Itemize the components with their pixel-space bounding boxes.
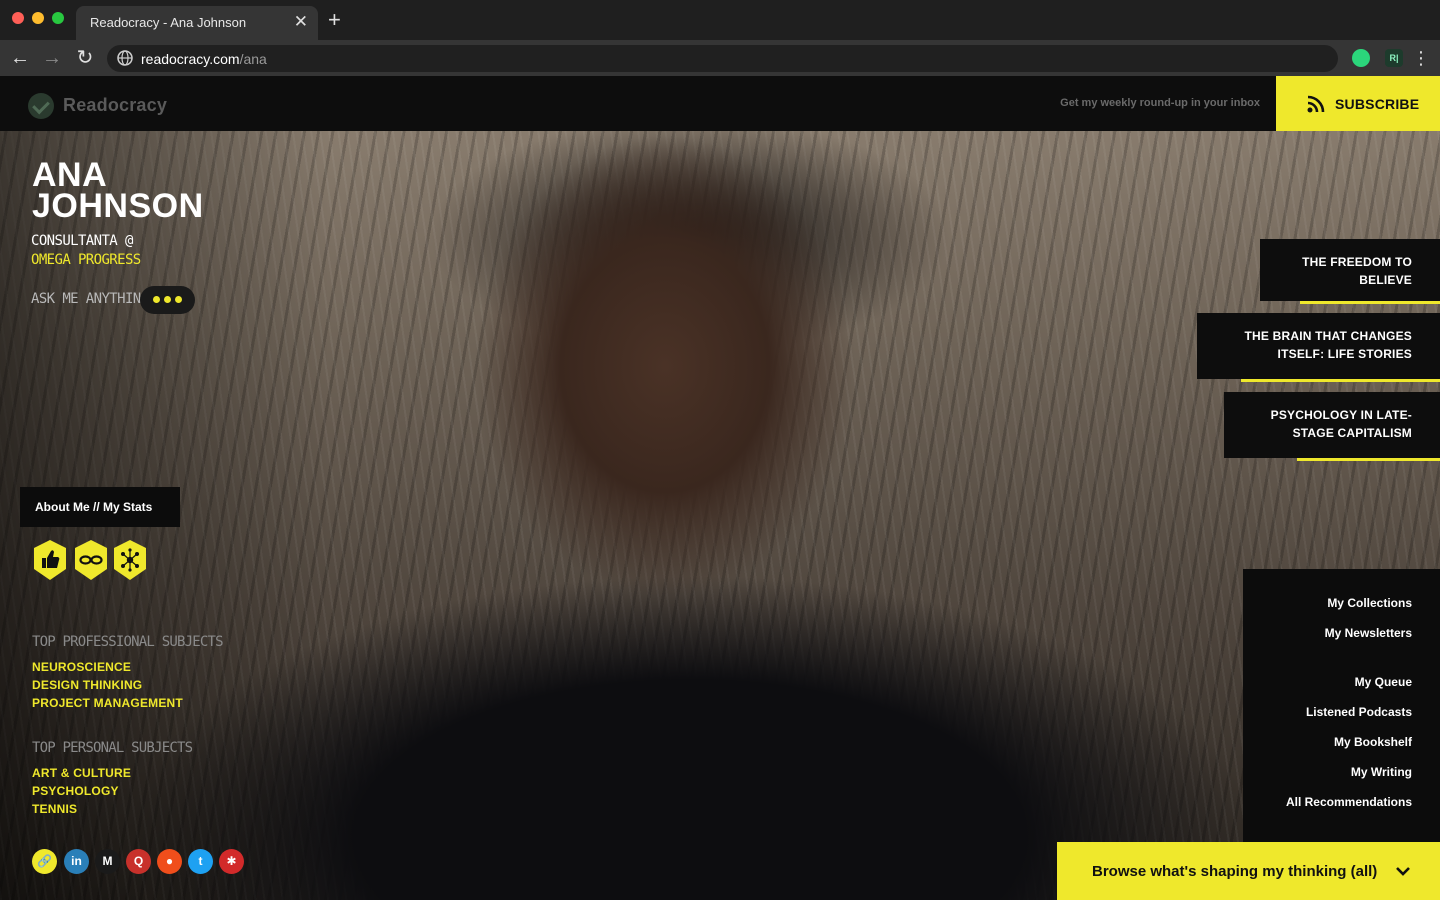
- reading-progress-bar: [1241, 379, 1440, 382]
- reading-card-title-line: ITSELF: LIFE STORIES: [1277, 347, 1412, 361]
- forward-button[interactable]: →: [40, 46, 64, 70]
- subject-psychology[interactable]: PSYCHOLOGY: [32, 782, 131, 800]
- reading-card-title-line: PSYCHOLOGY IN LATE-: [1270, 408, 1412, 422]
- link-icon[interactable]: 🔗: [32, 849, 57, 874]
- reload-button[interactable]: ↻: [73, 46, 97, 70]
- infinity-badge-icon[interactable]: [74, 539, 108, 581]
- browse-thinking-label: Browse what's shaping my thinking (all): [1092, 863, 1378, 880]
- ask-me-anything-button[interactable]: [140, 286, 195, 314]
- tab-close-icon[interactable]: ✕: [294, 12, 308, 32]
- menu-my-newsletters[interactable]: My Newsletters: [1325, 626, 1412, 640]
- profile-organization[interactable]: OMEGA PROGRESS: [31, 251, 141, 270]
- menu-listened-podcasts[interactable]: Listened Podcasts: [1306, 705, 1412, 719]
- readocracy-logo-icon[interactable]: [28, 93, 54, 119]
- reading-card-title-line: BELIEVE: [1359, 273, 1412, 287]
- reading-card-title: THE BRAIN THAT CHANGES ITSELF: LIFE STOR…: [1244, 327, 1412, 363]
- reading-progress-bar: [1300, 301, 1440, 304]
- linkedin-icon[interactable]: in: [64, 849, 89, 874]
- thumbs-up-badge-icon[interactable]: [33, 539, 67, 581]
- extension-icon[interactable]: [1352, 49, 1370, 67]
- window-close-button[interactable]: [12, 12, 24, 24]
- browser-toolbar: ← → ↻ readocracy.com/ana R| ⋮: [0, 40, 1440, 76]
- dot-icon: [164, 296, 171, 303]
- readocracy-extension-icon[interactable]: R|: [1385, 49, 1403, 67]
- subject-design-thinking[interactable]: DESIGN THINKING: [32, 676, 183, 694]
- personal-subjects-heading: TOP PERSONAL SUBJECTS: [32, 740, 193, 756]
- menu-my-writing[interactable]: My Writing: [1351, 765, 1412, 779]
- back-button[interactable]: ←: [8, 46, 32, 70]
- quora-icon[interactable]: Q: [126, 849, 151, 874]
- network-badge-icon[interactable]: [113, 539, 147, 581]
- profile-name: ANA JOHNSON: [32, 158, 292, 225]
- menu-all-recommendations[interactable]: All Recommendations: [1286, 795, 1412, 809]
- reading-progress-bar: [1297, 458, 1440, 461]
- url-text: readocracy.com/ana: [141, 51, 267, 67]
- browser-tab[interactable]: Readocracy - Ana Johnson ✕: [76, 6, 318, 40]
- professional-subjects-list: NEUROSCIENCE DESIGN THINKING PROJECT MAN…: [32, 658, 183, 712]
- rss-icon: [1307, 95, 1325, 113]
- profile-menu: My Collections My Newsletters My Queue L…: [1243, 569, 1440, 849]
- profile-page: Readocracy Get my weekly round-up in you…: [0, 76, 1440, 900]
- reddit-icon[interactable]: ●: [157, 849, 182, 874]
- globe-icon: [117, 50, 133, 66]
- browser-titlebar: Readocracy - Ana Johnson ✕ +: [0, 0, 1440, 40]
- twitter-icon[interactable]: t: [188, 849, 213, 874]
- ask-me-anything-label: ASK ME ANYTHING: [31, 291, 149, 307]
- menu-my-collections[interactable]: My Collections: [1327, 596, 1412, 610]
- subscribe-label: SUBSCRIBE: [1335, 96, 1420, 112]
- professional-subjects-heading: TOP PROFESSIONAL SUBJECTS: [32, 634, 224, 650]
- yelp-icon[interactable]: ✱: [219, 849, 244, 874]
- reading-card-title-line: THE BRAIN THAT CHANGES: [1244, 329, 1412, 343]
- medium-icon[interactable]: M: [95, 849, 120, 874]
- personal-subjects-list: ART & CULTURE PSYCHOLOGY TENNIS: [32, 764, 131, 818]
- reading-card-title: THE FREEDOM TO BELIEVE: [1302, 253, 1412, 289]
- site-header: Readocracy Get my weekly round-up in you…: [0, 76, 1440, 131]
- reading-card-title: PSYCHOLOGY IN LATE- STAGE CAPITALISM: [1271, 406, 1412, 442]
- subject-art-culture[interactable]: ART & CULTURE: [32, 764, 131, 782]
- profile-role-title: CONSULTANTA @: [31, 233, 133, 249]
- dot-icon: [153, 296, 160, 303]
- window-minimize-button[interactable]: [32, 12, 44, 24]
- subject-neuroscience[interactable]: NEUROSCIENCE: [32, 658, 183, 676]
- weekly-roundup-text: Get my weekly round-up in your inbox: [1060, 97, 1260, 109]
- reading-card-psychology-late-stage[interactable]: PSYCHOLOGY IN LATE- STAGE CAPITALISM: [1224, 392, 1440, 461]
- chevron-down-icon: [1396, 867, 1410, 876]
- new-tab-button[interactable]: +: [328, 9, 341, 31]
- profile-last-name: JOHNSON: [32, 187, 204, 225]
- subject-project-management[interactable]: PROJECT MANAGEMENT: [32, 694, 183, 712]
- url-path: /ana: [239, 51, 267, 67]
- site-logo-text[interactable]: Readocracy: [63, 95, 167, 116]
- profile-role: CONSULTANTA @ OMEGA PROGRESS: [31, 232, 141, 270]
- url-host: readocracy.com: [141, 51, 240, 67]
- about-me-stats-tab[interactable]: About Me // My Stats: [20, 487, 180, 527]
- menu-my-bookshelf[interactable]: My Bookshelf: [1334, 735, 1412, 749]
- about-me-stats-label: About Me // My Stats: [35, 500, 153, 514]
- subscribe-button[interactable]: SUBSCRIBE: [1276, 76, 1440, 131]
- tab-title: Readocracy - Ana Johnson: [90, 15, 247, 30]
- reading-card-freedom-to-believe[interactable]: THE FREEDOM TO BELIEVE: [1260, 239, 1440, 304]
- menu-my-queue[interactable]: My Queue: [1355, 675, 1412, 689]
- browser-menu-icon[interactable]: ⋮: [1412, 48, 1430, 68]
- reading-card-title-line: THE FREEDOM TO: [1302, 255, 1412, 269]
- window-maximize-button[interactable]: [52, 12, 64, 24]
- address-bar[interactable]: readocracy.com/ana: [107, 45, 1338, 72]
- reading-card-title-line: STAGE CAPITALISM: [1292, 426, 1412, 440]
- browse-thinking-dropdown[interactable]: Browse what's shaping my thinking (all): [1057, 842, 1440, 900]
- reading-card-brain-that-changes[interactable]: THE BRAIN THAT CHANGES ITSELF: LIFE STOR…: [1197, 313, 1440, 382]
- dot-icon: [175, 296, 182, 303]
- subject-tennis[interactable]: TENNIS: [32, 800, 131, 818]
